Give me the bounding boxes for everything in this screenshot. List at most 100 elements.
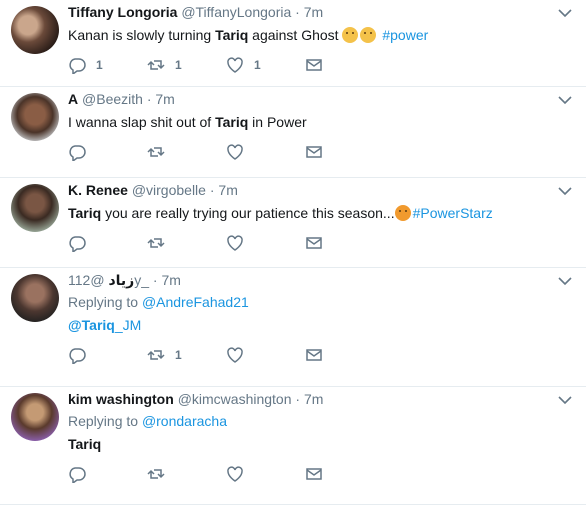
mention-highlight: @Tariq — [68, 317, 115, 333]
display-name[interactable]: Tiffany Longoria — [68, 4, 177, 20]
mention-rest: _JM — [114, 317, 142, 333]
chevron-down-icon[interactable] — [558, 276, 572, 286]
user-handle[interactable]: @Beezith — [82, 91, 143, 107]
heart-icon — [227, 235, 243, 251]
replying-label: Replying to — [68, 413, 139, 429]
separator-dot: · — [146, 91, 152, 107]
highlighted-keyword: Tariq — [215, 114, 249, 130]
like-button[interactable] — [226, 346, 305, 364]
user-handle[interactable]: @TiffanyLongoria — [181, 4, 291, 20]
direct-message-button[interactable] — [305, 56, 384, 74]
retweet-button[interactable] — [147, 234, 226, 252]
like-button[interactable] — [226, 234, 305, 252]
display-name[interactable]: kim washington — [68, 391, 174, 407]
tweet[interactable]: زياد @112y_ · 7m Replying to @AndreFahad… — [0, 268, 586, 387]
tweet-actions — [68, 137, 556, 167]
avatar[interactable] — [11, 274, 59, 322]
envelope-icon — [306, 146, 322, 158]
confused-face-emoji-icon — [360, 27, 377, 43]
avatar[interactable] — [11, 184, 59, 232]
reply-button[interactable] — [68, 234, 147, 252]
confused-face-emoji-icon — [342, 27, 359, 43]
timestamp[interactable]: 7m — [304, 4, 323, 20]
tweet-header: زياد @112y_ · 7m — [68, 270, 556, 290]
avatar[interactable] — [11, 393, 59, 441]
avatar[interactable] — [11, 93, 59, 141]
separator-dot: · — [152, 272, 158, 288]
tweet[interactable]: kim washington @kimcwashington · 7m Repl… — [0, 387, 586, 505]
tweet-feed: Tiffany Longoria @TiffanyLongoria · 7m K… — [0, 0, 586, 505]
chevron-down-icon[interactable] — [558, 186, 572, 196]
envelope-icon — [306, 468, 322, 480]
retweet-count: 1 — [175, 348, 182, 362]
tweet-actions — [68, 459, 556, 489]
reply-icon — [69, 467, 86, 483]
reply-button[interactable] — [68, 143, 147, 161]
hashtag-link[interactable]: #power — [382, 27, 428, 43]
retweet-button[interactable]: 1 — [147, 56, 226, 74]
retweet-icon — [147, 147, 165, 157]
like-button[interactable] — [226, 143, 305, 161]
like-button[interactable] — [226, 465, 305, 483]
heart-icon — [227, 144, 243, 160]
avatar[interactable] — [11, 6, 59, 54]
hashtag-link[interactable]: #PowerStarz — [413, 205, 493, 221]
tweet-actions: 1 — [68, 340, 556, 370]
heart-icon — [227, 466, 243, 482]
text-segment: in Power — [248, 114, 307, 130]
retweet-icon — [147, 238, 165, 248]
chevron-down-icon[interactable] — [558, 95, 572, 105]
chevron-down-icon[interactable] — [558, 395, 572, 405]
retweet-icon — [147, 350, 165, 360]
replying-to-link[interactable]: @AndreFahad21 — [142, 294, 249, 310]
tweet[interactable]: K. Renee @virgobelle · 7m Tariq you are … — [0, 178, 586, 268]
replying-to-link[interactable]: @rondaracha — [142, 413, 227, 429]
retweet-icon — [147, 469, 165, 479]
display-name[interactable]: K. Renee — [68, 182, 128, 198]
like-button[interactable]: 1 — [226, 56, 305, 74]
replying-label: Replying to — [68, 294, 139, 310]
direct-message-button[interactable] — [305, 143, 384, 161]
reply-count: 1 — [96, 58, 103, 72]
reply-button[interactable]: 1 — [68, 56, 147, 74]
display-name[interactable]: A — [68, 91, 78, 107]
heart-icon — [227, 57, 243, 73]
text-segment: I wanna slap shit out of — [68, 114, 216, 130]
direct-message-button[interactable] — [305, 234, 384, 252]
separator-dot: · — [209, 182, 215, 198]
envelope-icon — [306, 59, 322, 71]
user-handle[interactable]: @kimcwashington — [178, 391, 292, 407]
retweet-button[interactable]: 1 — [147, 346, 226, 364]
timestamp[interactable]: 7m — [218, 182, 237, 198]
user-handle[interactable]: @virgobelle — [132, 182, 206, 198]
reply-icon — [69, 145, 86, 161]
timestamp[interactable]: 7m — [161, 272, 180, 288]
reply-button[interactable] — [68, 346, 147, 364]
tweet[interactable]: Tiffany Longoria @TiffanyLongoria · 7m K… — [0, 0, 586, 87]
retweet-button[interactable] — [147, 465, 226, 483]
tweet-header: K. Renee @virgobelle · 7m — [68, 180, 556, 200]
separator-dot: · — [295, 4, 300, 20]
reply-button[interactable] — [68, 465, 147, 483]
mention-link[interactable]: @Tariq_JM — [68, 317, 141, 333]
tweet-text: Tariq you are really trying our patience… — [68, 203, 556, 223]
tweet[interactable]: A @Beezith · 7m I wanna slap shit out of… — [0, 87, 586, 178]
retweet-button[interactable] — [147, 143, 226, 161]
replying-to: Replying to @AndreFahad21 — [68, 292, 556, 312]
like-count: 1 — [254, 58, 261, 72]
tweet-header: kim washington @kimcwashington · 7m — [68, 389, 556, 409]
tweet-actions: 1 1 1 — [68, 50, 556, 80]
direct-message-button[interactable] — [305, 346, 384, 364]
highlighted-keyword: Tariq — [68, 205, 102, 221]
chevron-down-icon[interactable] — [558, 8, 572, 18]
reply-icon — [69, 348, 86, 364]
tweet-text: @Tariq_JM — [68, 315, 556, 335]
direct-message-button[interactable] — [305, 465, 384, 483]
angry-face-emoji-icon — [394, 205, 411, 221]
highlighted-keyword: Tariq — [215, 27, 249, 43]
timestamp[interactable]: 7m — [155, 91, 174, 107]
text-segment: you are really trying our patience this … — [101, 205, 395, 221]
timestamp[interactable]: 7m — [304, 391, 323, 407]
tweet-actions — [68, 228, 556, 258]
display-name[interactable]: زياد — [108, 272, 134, 288]
